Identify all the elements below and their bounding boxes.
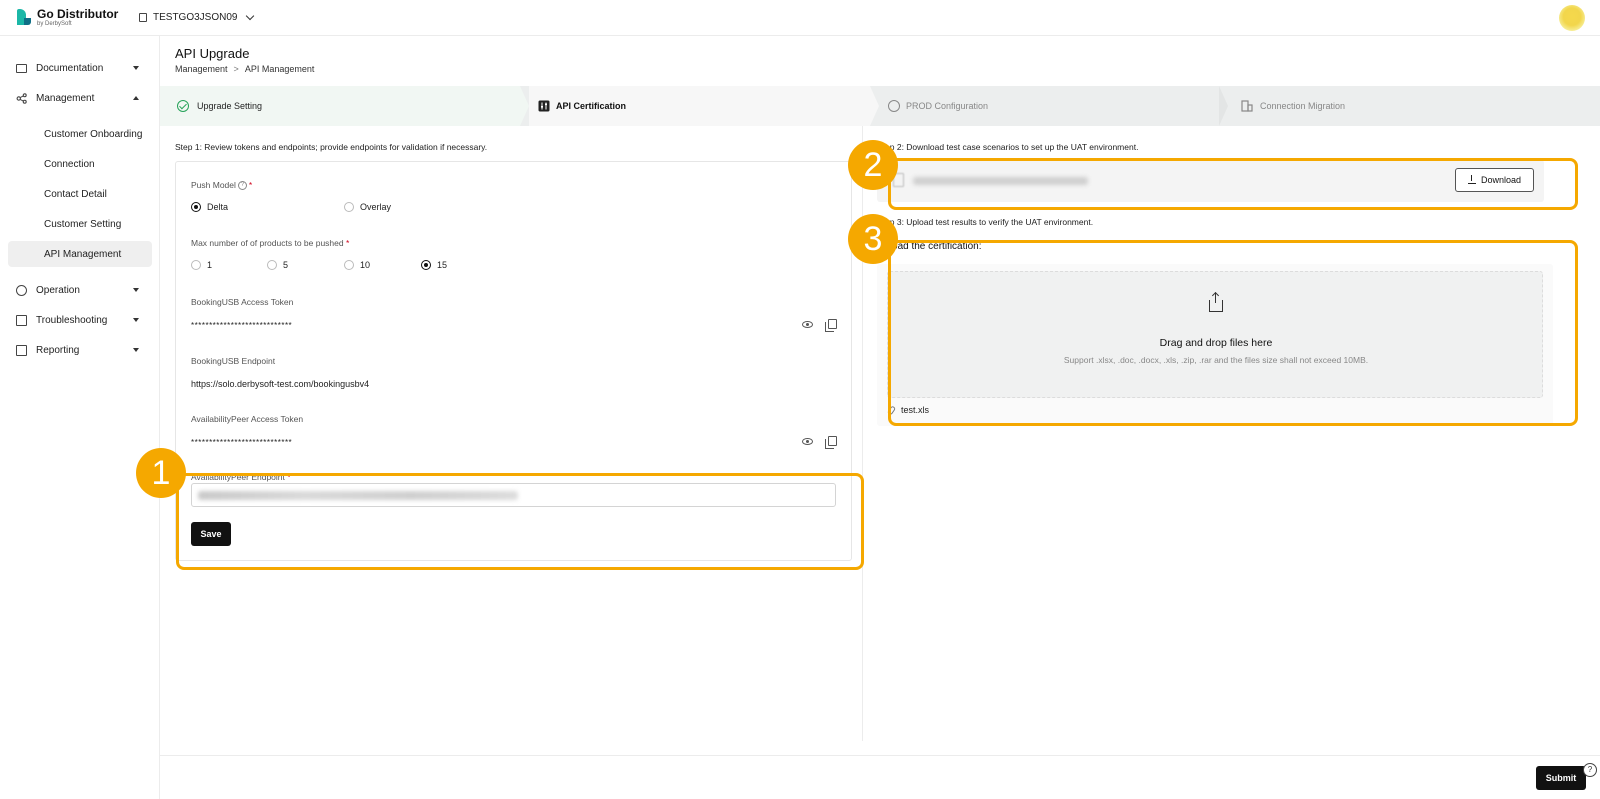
breadcrumb-separator: > — [233, 64, 239, 74]
check-circle-icon — [177, 100, 189, 112]
step1-instruction: Step 1: Review tokens and endpoints; pro… — [175, 142, 488, 152]
max-products-15-radio[interactable]: 15 — [421, 260, 447, 270]
push-model-overlay-radio[interactable]: Overlay — [344, 202, 391, 212]
sidebar-subitem-customer-onboarding[interactable]: Customer Onboarding — [8, 121, 152, 147]
report-icon — [16, 345, 27, 356]
callout-highlight-1 — [176, 473, 864, 570]
avatar[interactable] — [1559, 5, 1585, 31]
max-products-10-radio[interactable]: 10 — [344, 260, 370, 270]
max-products-1-radio[interactable]: 1 — [191, 260, 212, 270]
step-connection-migration[interactable]: Connection Migration — [1238, 86, 1578, 126]
sidebar-subitem-connection[interactable]: Connection — [8, 151, 152, 177]
eye-icon[interactable] — [802, 321, 813, 328]
help-icon[interactable]: ? — [1583, 763, 1597, 777]
booking-token-value: **************************** — [191, 321, 293, 330]
stepper: Upgrade Setting API Certification PROD C… — [160, 86, 1600, 126]
sidebar-item-label: Operation — [36, 284, 80, 296]
building-icon — [139, 13, 147, 22]
question-icon[interactable]: ? — [237, 181, 247, 191]
breadcrumb-item-api-management: API Management — [244, 64, 315, 74]
tenant-selector[interactable]: TESTGO3JSON09 — [139, 11, 255, 23]
sidebar-item-label: Documentation — [36, 62, 104, 74]
step-label: Upgrade Setting — [197, 101, 263, 111]
radio-selected-icon — [191, 202, 201, 212]
caret-down-icon — [133, 66, 139, 70]
step-label: API Certification — [556, 101, 627, 111]
caret-down-icon — [133, 318, 139, 322]
copy-icon[interactable] — [825, 319, 837, 332]
copy-icon[interactable] — [825, 436, 837, 449]
booking-endpoint-label: BookingUSB Endpoint — [191, 356, 276, 366]
step-api-certification[interactable]: API Certification — [529, 86, 870, 126]
sidebar-item-documentation[interactable]: Documentation — [0, 55, 160, 81]
gear-icon — [888, 100, 900, 112]
caret-up-icon — [133, 96, 139, 100]
sidebar-item-label: Reporting — [36, 344, 80, 356]
submit-button[interactable]: Submit — [1536, 766, 1586, 790]
sidebar-item-reporting[interactable]: Reporting — [0, 337, 160, 363]
booking-token-label: BookingUSB Access Token — [191, 297, 294, 307]
radio-unselected-icon — [344, 260, 354, 270]
sidebar-subitem-customer-setting[interactable]: Customer Setting — [8, 211, 152, 237]
brand-subtitle: by DerbySoft — [37, 21, 72, 27]
sidebar: Documentation Management Customer Onboar… — [0, 36, 160, 799]
brand-name: Go Distributor — [37, 7, 119, 21]
chevron-down-icon — [246, 11, 255, 21]
breadcrumb: Management > API Management — [175, 64, 314, 74]
step3-instruction: Step 3: Upload test results to verify th… — [877, 217, 1094, 227]
sidebar-subitem-contact-detail[interactable]: Contact Detail — [8, 181, 152, 207]
max-products-5-radio[interactable]: 5 — [267, 260, 288, 270]
caret-down-icon — [133, 288, 139, 292]
sidebar-subitem-api-management[interactable]: API Management — [8, 241, 152, 267]
step-divider — [870, 86, 879, 126]
sidebar-item-troubleshooting[interactable]: Troubleshooting — [0, 307, 160, 333]
sidebar-item-label: Troubleshooting — [36, 314, 108, 326]
step-label: PROD Configuration — [906, 101, 989, 111]
radio-unselected-icon — [344, 202, 354, 212]
brand-logo-icon — [17, 9, 31, 25]
sidebar-item-operation[interactable]: Operation — [0, 277, 160, 303]
sliders-icon — [538, 100, 550, 112]
radio-unselected-icon — [267, 260, 277, 270]
top-bar: Go Distributor by DerbySoft TESTGO3JSON0… — [0, 0, 1600, 36]
footer-bar: Submit — [160, 755, 1600, 799]
tenant-name: TESTGO3JSON09 — [153, 12, 238, 23]
callout-highlight-2 — [888, 158, 1578, 210]
folder-icon — [16, 64, 27, 73]
share-icon — [16, 93, 27, 104]
avail-token-value: **************************** — [191, 438, 293, 447]
radio-unselected-icon — [191, 260, 201, 270]
step-upgrade-setting[interactable]: Upgrade Setting — [160, 86, 520, 126]
push-model-label: Push Model? * — [191, 180, 253, 191]
callout-badge-2: 2 — [848, 140, 898, 190]
sidebar-item-management[interactable]: Management — [0, 85, 160, 111]
booking-endpoint-value: https://solo.derbysoft-test.com/bookingu… — [191, 379, 370, 389]
avail-token-label: AvailabilityPeer Access Token — [191, 414, 304, 424]
page-title: API Upgrade — [175, 46, 250, 61]
push-model-delta-radio[interactable]: Delta — [191, 202, 228, 212]
step-divider — [1219, 86, 1228, 126]
breadcrumb-item-management[interactable]: Management — [175, 64, 228, 74]
caret-down-icon — [133, 348, 139, 352]
callout-highlight-3 — [888, 240, 1578, 426]
sidebar-item-label: Management — [36, 92, 95, 104]
calendar-icon — [16, 315, 27, 326]
step-label: Connection Migration — [1260, 101, 1346, 111]
radio-selected-icon — [421, 260, 431, 270]
step2-instruction: Step 2: Download test case scenarios to … — [877, 142, 1139, 152]
callout-badge-1: 1 — [136, 448, 186, 498]
max-products-label: Max number of of products to be pushed * — [191, 238, 350, 248]
gear-icon — [16, 285, 27, 296]
step-divider — [520, 86, 529, 126]
eye-icon[interactable] — [802, 438, 813, 445]
step-prod-configuration[interactable]: PROD Configuration — [879, 86, 1219, 126]
building-icon — [1241, 100, 1253, 112]
callout-badge-3: 3 — [848, 214, 898, 264]
